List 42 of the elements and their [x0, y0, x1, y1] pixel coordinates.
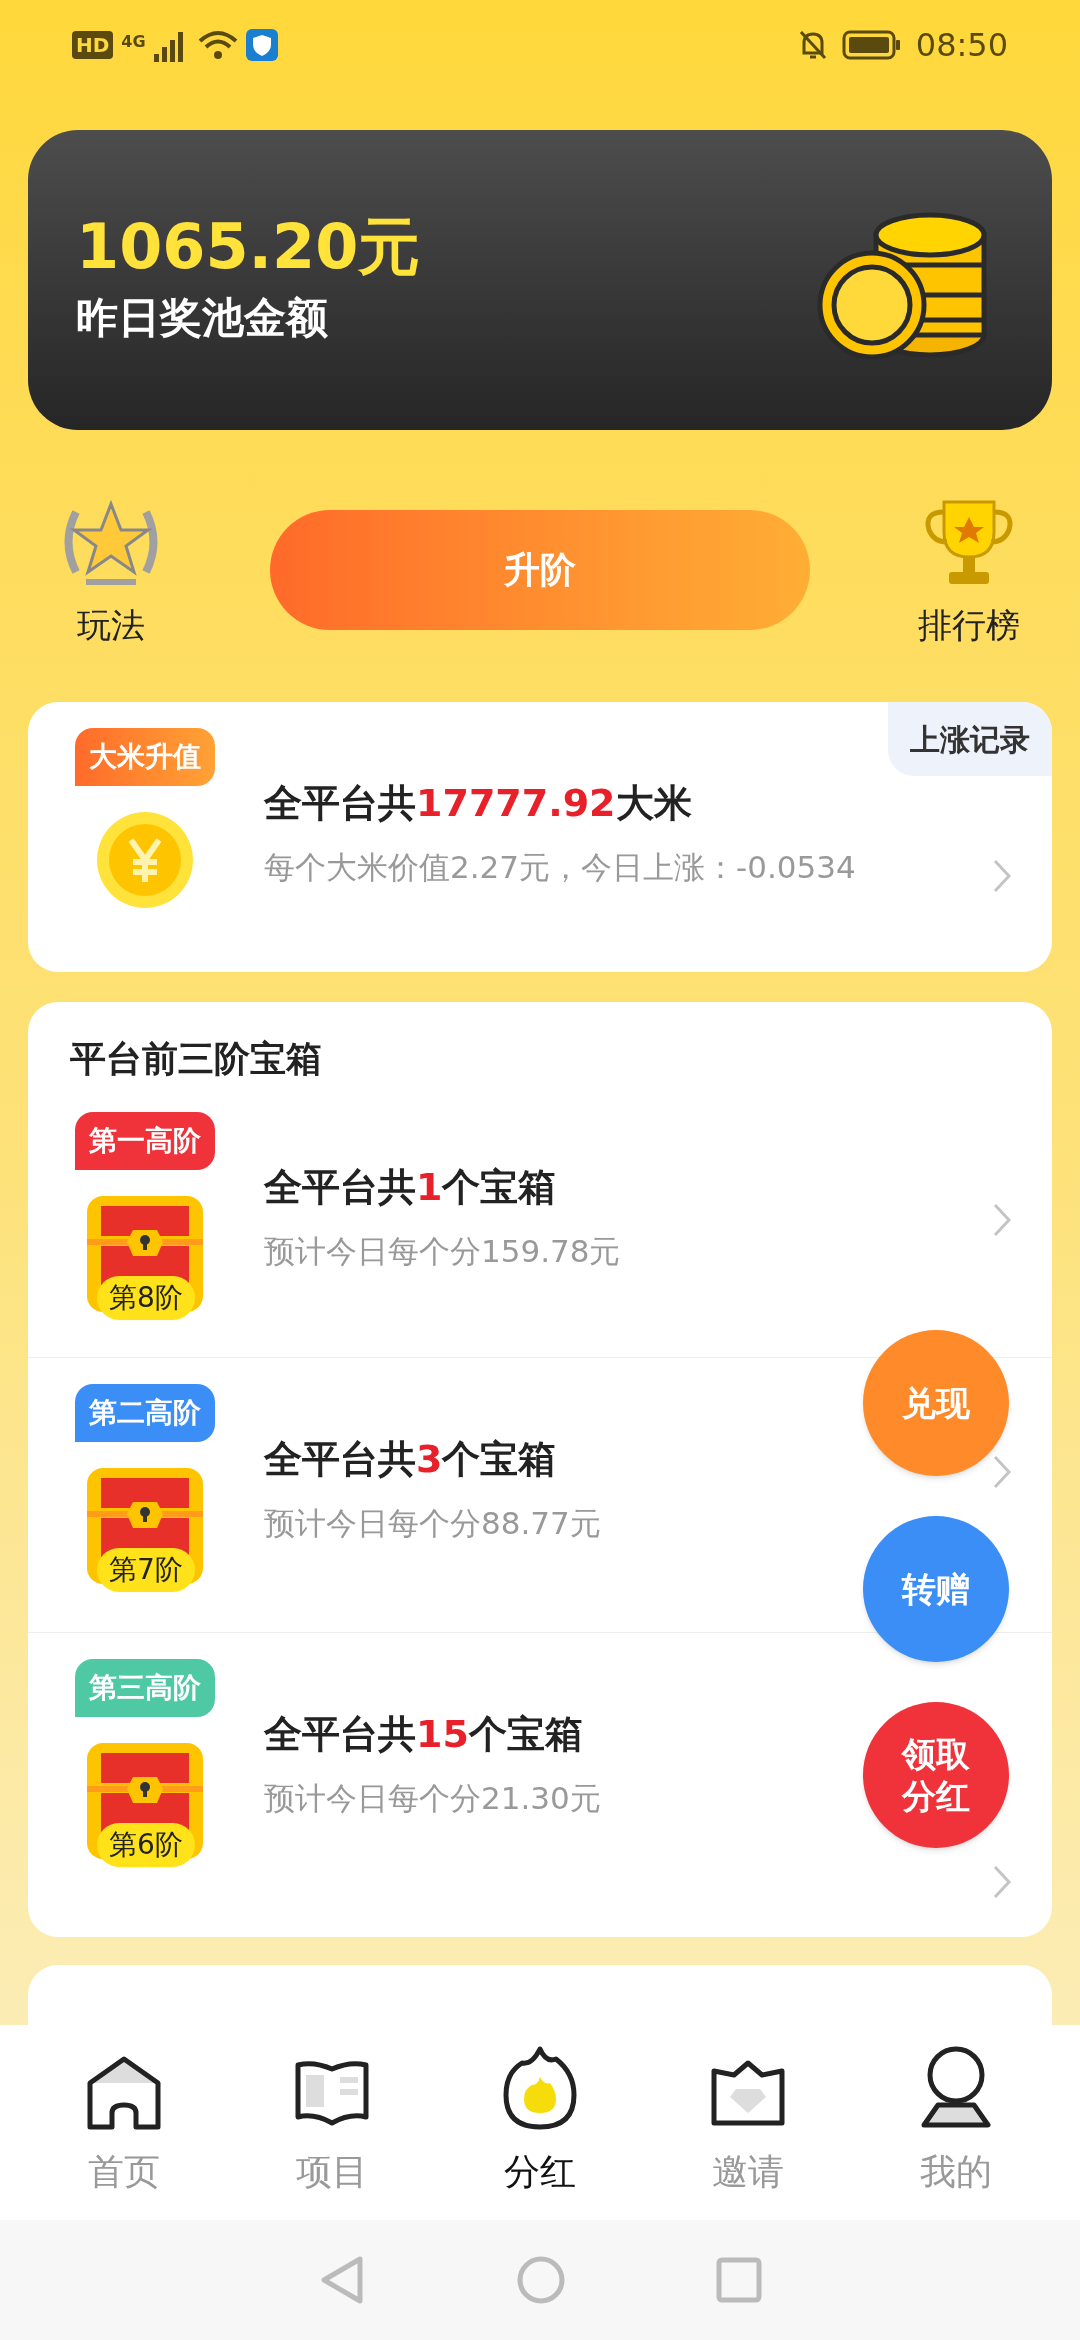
battery-icon: [841, 29, 902, 61]
chest-level-badge: 第8阶: [97, 1276, 195, 1320]
back-icon[interactable]: [318, 2255, 366, 2305]
chest-level-badge: 第6阶: [97, 1823, 195, 1867]
rules-link[interactable]: 玩法: [36, 492, 186, 651]
yen-coin-icon: [95, 810, 195, 910]
chest-level-badge: 第7阶: [97, 1548, 195, 1592]
chevron-right-icon[interactable]: [992, 1864, 1012, 1900]
shield-icon: [245, 29, 278, 61]
pool-amount: 1065.20元: [76, 215, 421, 278]
rice-total: 全平台共17777.92大米: [264, 780, 692, 827]
chevron-right-icon[interactable]: [992, 1454, 1012, 1490]
rise-record-button[interactable]: 上涨记录: [888, 702, 1052, 776]
leaderboard-link[interactable]: 排行榜: [894, 492, 1044, 651]
chevron-right-icon[interactable]: [992, 1202, 1012, 1238]
tier-badge: 第一高阶: [75, 1112, 215, 1170]
chest-estimate-text: 预计今日每个分21.30元: [264, 1778, 601, 1818]
wifi-icon: [197, 29, 238, 61]
nav-tab[interactable]: 邀请: [668, 2046, 828, 2199]
nav-tab[interactable]: 分红: [460, 2046, 620, 2199]
chest-total: 全平台共15个宝箱: [264, 1711, 583, 1758]
upgrade-button[interactable]: 升阶: [270, 510, 810, 630]
rice-badge: 大米升值: [75, 728, 215, 786]
chest-estimate-text: 预计今日每个分159.78元: [264, 1231, 621, 1271]
network-type: 4G: [121, 31, 146, 53]
hd-indicator: HD: [72, 31, 114, 59]
home-circle-icon[interactable]: [516, 2255, 566, 2305]
tier-badge: 第二高阶: [75, 1384, 215, 1442]
chest-total: 全平台共1个宝箱: [264, 1164, 557, 1211]
chest-card-title: 平台前三阶宝箱: [69, 1037, 323, 1081]
tier-badge: 第三高阶: [75, 1659, 215, 1717]
nav-tab[interactable]: 首页: [44, 2046, 204, 2199]
muted-bell-icon: [797, 29, 828, 61]
chevron-right-icon[interactable]: [992, 858, 1012, 894]
pool-label: 昨日奖池金额: [76, 291, 329, 344]
chest-total: 全平台共3个宝箱: [264, 1436, 557, 1483]
nav-tab[interactable]: 项目: [252, 2046, 412, 2199]
nav-tab[interactable]: 我的: [876, 2046, 1036, 2199]
recents-icon[interactable]: [716, 2257, 762, 2303]
chest-estimate-text: 预计今日每个分88.77元: [264, 1503, 601, 1543]
rice-value-text: 每个大米价值2.27元，今日上涨：-0.0534: [264, 847, 856, 887]
clock-time: 08:50: [915, 29, 1008, 61]
